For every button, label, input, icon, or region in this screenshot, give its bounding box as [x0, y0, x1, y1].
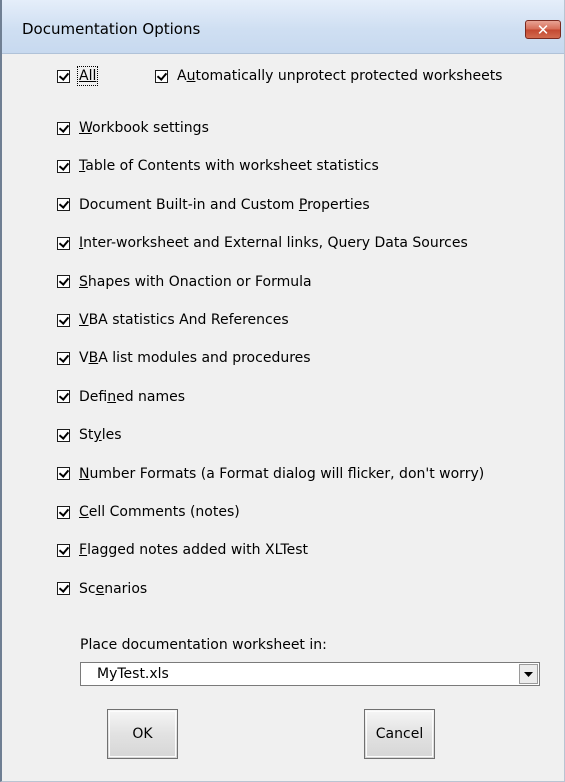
checkbox-all[interactable]: All — [57, 66, 99, 86]
checkbox-all-label: All — [76, 66, 99, 86]
checkmark-icon — [57, 236, 70, 250]
ok-button-label: OK — [132, 726, 153, 742]
checkbox-defined-names[interactable]: Defined names — [57, 389, 185, 405]
checkbox-auto-unprotect[interactable]: Automatically unprotect protected worksh… — [155, 68, 502, 84]
checkbox-label: Workbook settings — [79, 120, 209, 136]
cancel-button[interactable]: Cancel — [364, 709, 435, 759]
checkmark-icon — [57, 198, 70, 212]
ok-button[interactable]: OK — [107, 709, 178, 759]
close-button[interactable]: ✕ — [525, 20, 561, 39]
checkbox-label: Inter-worksheet and External links, Quer… — [79, 235, 468, 252]
checkmark-icon — [57, 505, 70, 519]
checkbox-workbook-settings[interactable]: Workbook settings — [57, 120, 209, 136]
dialog-title: Documentation Options — [22, 20, 201, 38]
checkmark-icon — [57, 351, 70, 365]
checkmark-icon — [57, 121, 70, 135]
close-icon: ✕ — [536, 20, 550, 39]
checkbox-label: Defined names — [79, 388, 186, 405]
checkbox-label: Number Formats (a Format dialog will fli… — [79, 465, 485, 482]
documentation-options-dialog: Documentation Options ✕ All Automaticall… — [0, 0, 565, 782]
checkbox-links-query-sources[interactable]: Inter-worksheet and External links, Quer… — [57, 235, 468, 251]
checkbox-flagged-notes[interactable]: Flagged notes added with XLTest — [57, 542, 308, 558]
dialog-body: All Automatically unprotect protected wo… — [2, 54, 564, 781]
checkbox-label: Document Built-in and Custom Properties — [79, 196, 370, 213]
checkbox-label: VBA statistics And References — [79, 312, 289, 328]
checkbox-styles[interactable]: Styles — [57, 427, 121, 443]
checkbox-vba-list-modules[interactable]: VBA list modules and procedures — [57, 350, 311, 366]
checkmark-icon — [57, 467, 70, 481]
placement-selected-value: MyTest.xls — [97, 666, 169, 682]
checkmark-icon — [57, 159, 70, 173]
checkmark-icon — [155, 69, 168, 83]
checkbox-vba-statistics[interactable]: VBA statistics And References — [57, 312, 289, 328]
checkmark-icon — [57, 69, 70, 83]
checkbox-label: VBA list modules and procedures — [79, 350, 311, 367]
checkmark-icon — [57, 428, 70, 442]
checkbox-label: Styles — [79, 427, 122, 444]
checkbox-label: Cell Comments (notes) — [79, 504, 240, 520]
cancel-button-label: Cancel — [375, 726, 424, 742]
checkbox-auto-unprotect-label: Automatically unprotect protected worksh… — [177, 68, 503, 84]
placement-dropdown[interactable]: MyTest.xls — [80, 662, 540, 686]
placement-label: Place documentation worksheet in: — [80, 637, 327, 653]
checkmark-icon — [57, 543, 70, 557]
checkmark-icon — [57, 275, 70, 289]
checkbox-cell-comments[interactable]: Cell Comments (notes) — [57, 504, 240, 520]
checkmark-icon — [57, 313, 70, 327]
checkmark-icon — [57, 582, 70, 596]
checkbox-label: Scenarios — [79, 580, 148, 597]
checkmark-icon — [57, 390, 70, 404]
checkbox-table-of-contents[interactable]: Table of Contents with worksheet statist… — [57, 158, 379, 174]
title-bar: Documentation Options ✕ — [2, 0, 564, 54]
checkbox-label: Shapes with Onaction or Formula — [79, 273, 312, 290]
checkbox-document-properties[interactable]: Document Built-in and Custom Properties — [57, 197, 370, 213]
checkbox-shapes-onaction[interactable]: Shapes with Onaction or Formula — [57, 274, 312, 290]
checkbox-label: Flagged notes added with XLTest — [79, 542, 309, 559]
checkbox-scenarios[interactable]: Scenarios — [57, 581, 147, 597]
checkbox-label: Table of Contents with worksheet statist… — [79, 158, 379, 175]
chevron-down-icon[interactable] — [519, 664, 538, 684]
checkbox-number-formats[interactable]: Number Formats (a Format dialog will fli… — [57, 466, 484, 482]
